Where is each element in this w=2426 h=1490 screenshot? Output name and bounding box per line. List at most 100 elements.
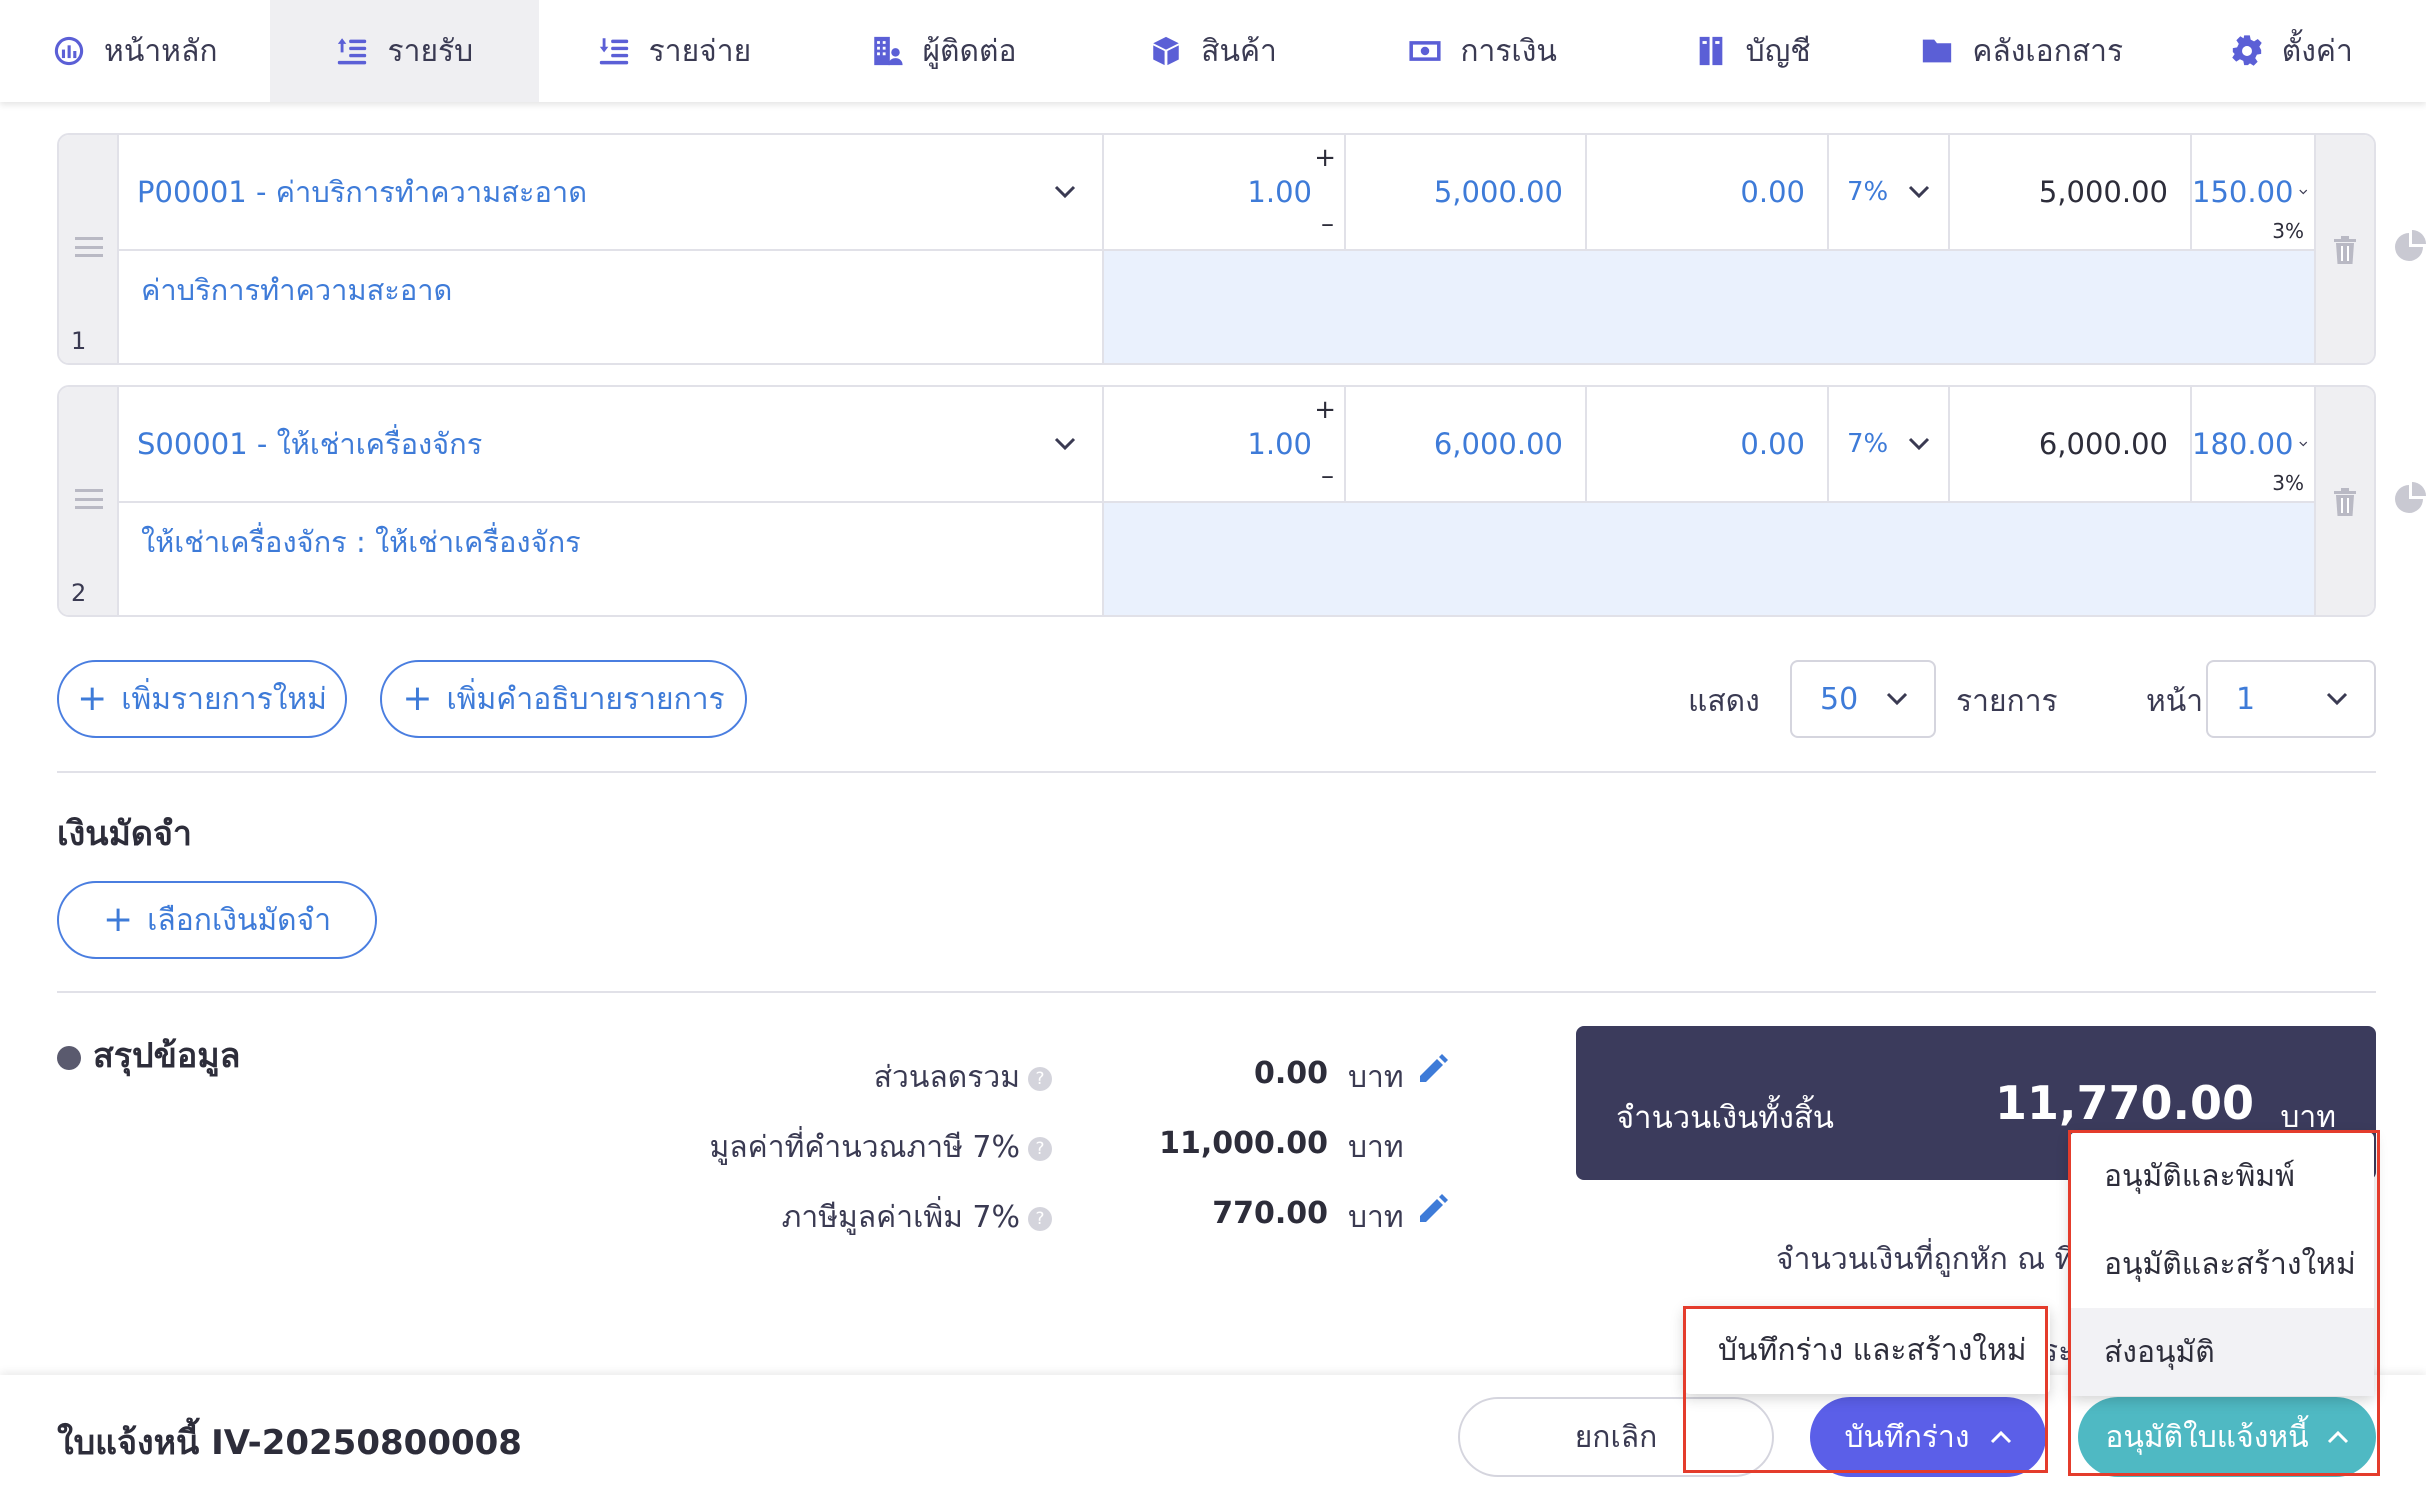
nav-label: รายจ่าย (648, 33, 752, 69)
quantity-increase-button[interactable]: + (1314, 143, 1336, 173)
folder-icon (1923, 39, 1952, 63)
quantity-decrease-button[interactable]: – (1321, 461, 1334, 491)
ledger-icon (1699, 36, 1723, 66)
currency-unit: บาท (1348, 1130, 1404, 1165)
quantity-stepper[interactable]: 1.00 + – (1104, 135, 1346, 251)
contacts-icon (874, 36, 904, 66)
menu-approve-and-print[interactable]: อนุมัติและพิมพ์ (2070, 1132, 2374, 1220)
expense-icon (599, 38, 628, 65)
grand-total-value: 11,770.00 (1995, 1076, 2254, 1130)
drag-handle-icon[interactable] (75, 489, 103, 509)
chevron-down-icon (2299, 189, 2308, 195)
chevron-down-icon (1886, 692, 1908, 706)
vat-value: 7% (1847, 429, 1889, 459)
page-size-value: 50 (1820, 681, 1859, 717)
save-draft-menu: บันทึกร่าง และสร้างใหม่ (1684, 1306, 2050, 1394)
approve-invoice-button[interactable]: อนุมัติใบแจ้งหนี้ (2078, 1397, 2376, 1477)
nav-accounting[interactable]: บัญชี (1617, 0, 1887, 102)
line-description-extra (1104, 251, 2318, 363)
section-divider (57, 771, 2376, 773)
discount-input[interactable]: 0.00 (1587, 135, 1829, 251)
nav-income[interactable]: รายรับ (269, 0, 540, 102)
line-description-input[interactable]: ค่าบริการทำความสะอาด (119, 251, 1104, 363)
nav-label: ตั้งค่า (2281, 33, 2353, 69)
pie-chart-icon[interactable] (2392, 230, 2426, 264)
nav-finance[interactable]: การเงิน (1348, 0, 1618, 102)
add-description-button[interactable]: + เพิ่มคำอธิบายรายการ (380, 660, 747, 738)
drag-handle-icon[interactable] (75, 237, 103, 257)
trash-icon[interactable] (2332, 487, 2358, 517)
unit-price-input[interactable]: 5,000.00 (1346, 135, 1587, 251)
taxable-amount-label-text: มูลค่าที่คำนวณภาษี 7% (709, 1130, 1020, 1165)
unit-price-input[interactable]: 6,000.00 (1346, 387, 1587, 503)
currency-unit: บาท (1348, 1200, 1404, 1235)
vat-select[interactable]: 7% (1829, 135, 1950, 251)
withholding-tax-select[interactable]: 180.00 3% (2192, 387, 2318, 503)
document-title: ใบแจ้งหนี้ IV-20250800008 (57, 1423, 522, 1463)
vat-value: 7% (1847, 177, 1889, 207)
menu-send-for-approval[interactable]: ส่งอนุมัติ (2070, 1308, 2374, 1396)
withholding-tax-value: 180.00 (2192, 427, 2294, 461)
grand-total-label: จำนวนเงินทั้งสิ้น (1616, 1100, 1834, 1136)
line-number: 1 (71, 327, 87, 355)
nav-documents[interactable]: คลังเอกสาร (1887, 0, 2157, 102)
product-value: P00001 - ค่าบริการทำความสะอาด (137, 175, 588, 209)
top-navigation: หน้าหลัก รายรับ รายจ่าย ผู้ติดต่อ สินค้า… (0, 0, 2426, 102)
withholding-tax-rate: 3% (2272, 471, 2304, 495)
select-deposit-label: เลือกเงินมัดจำ (147, 902, 332, 938)
chevron-down-icon (2299, 441, 2308, 447)
page-size-select[interactable]: 50 (1790, 660, 1936, 738)
save-draft-button[interactable]: บันทึกร่าง (1810, 1397, 2046, 1477)
chevron-down-icon (1054, 437, 1076, 451)
vat-amount-label: ภาษีมูลค่าเพิ่ม 7%? (452, 1194, 1052, 1241)
save-draft-label: บันทึกร่าง (1844, 1419, 1970, 1455)
nav-settings[interactable]: ตั้งค่า (2157, 0, 2426, 102)
product-select[interactable]: P00001 - ค่าบริการทำความสะอาด (119, 135, 1104, 251)
add-item-label: เพิ่มรายการใหม่ (121, 681, 327, 717)
line-description-input[interactable]: ให้เช่าเครื่องจักร : ให้เช่าเครื่องจักร (119, 503, 1104, 615)
nav-label: สินค้า (1201, 33, 1277, 69)
page-value: 1 (2236, 681, 2256, 717)
chevron-down-icon (1909, 437, 1930, 451)
bullet-icon (57, 1045, 81, 1070)
line-description-extra (1104, 503, 2318, 615)
nav-label: หน้าหลัก (104, 33, 218, 69)
vat-amount-value: 770.00 (1212, 1196, 1328, 1231)
pencil-icon[interactable] (1416, 1192, 1450, 1226)
quantity-stepper[interactable]: 1.00 + – (1104, 387, 1346, 503)
nav-products[interactable]: สินค้า (1078, 0, 1348, 102)
deposit-title: เงินมัดจำ (57, 814, 192, 854)
nav-contacts[interactable]: ผู้ติดต่อ (809, 0, 1079, 102)
chevron-down-icon (1909, 185, 1930, 199)
action-footer: ใบแจ้งหนี้ IV-20250800008 ยกเลิก บันทึกร… (0, 1375, 2426, 1490)
taxable-amount-label: มูลค่าที่คำนวณภาษี 7%? (452, 1124, 1052, 1171)
menu-approve-and-new[interactable]: อนุมัติและสร้างใหม่ (2070, 1220, 2374, 1308)
approve-invoice-label: อนุมัติใบแจ้งหนี้ (2105, 1419, 2309, 1455)
trash-icon[interactable] (2332, 235, 2358, 265)
withholding-tax-select[interactable]: 150.00 3% (2192, 135, 2318, 251)
menu-save-draft-and-new[interactable]: บันทึกร่าง และสร้างใหม่ (1684, 1306, 2050, 1394)
page-size-label: แสดง (1688, 684, 1760, 719)
total-discount-label-text: ส่วนลดรวม (873, 1060, 1020, 1095)
plus-icon: + (77, 678, 108, 719)
taxable-amount-value: 11,000.00 (1159, 1126, 1328, 1161)
page-select[interactable]: 1 (2206, 660, 2376, 738)
pie-chart-icon[interactable] (2392, 482, 2426, 516)
vat-select[interactable]: 7% (1829, 387, 1950, 503)
chevron-up-icon (2327, 1430, 2348, 1444)
select-deposit-button[interactable]: + เลือกเงินมัดจำ (57, 881, 377, 959)
product-box-icon (1153, 36, 1179, 66)
discount-input[interactable]: 0.00 (1587, 387, 1829, 503)
add-item-button[interactable]: + เพิ่มรายการใหม่ (57, 660, 347, 738)
nav-expense[interactable]: รายจ่าย (539, 0, 809, 102)
chevron-down-icon (1054, 185, 1076, 199)
section-divider (57, 991, 2376, 993)
quantity-increase-button[interactable]: + (1314, 395, 1336, 425)
pencil-icon[interactable] (1416, 1052, 1450, 1086)
quantity-decrease-button[interactable]: – (1321, 209, 1334, 239)
product-select[interactable]: S00001 - ให้เช่าเครื่องจักร (119, 387, 1104, 503)
nav-label: รายรับ (387, 33, 474, 69)
nav-dashboard[interactable]: หน้าหลัก (0, 0, 270, 102)
nav-label: บัญชี (1745, 33, 1811, 69)
cancel-button[interactable]: ยกเลิก (1458, 1397, 1774, 1477)
